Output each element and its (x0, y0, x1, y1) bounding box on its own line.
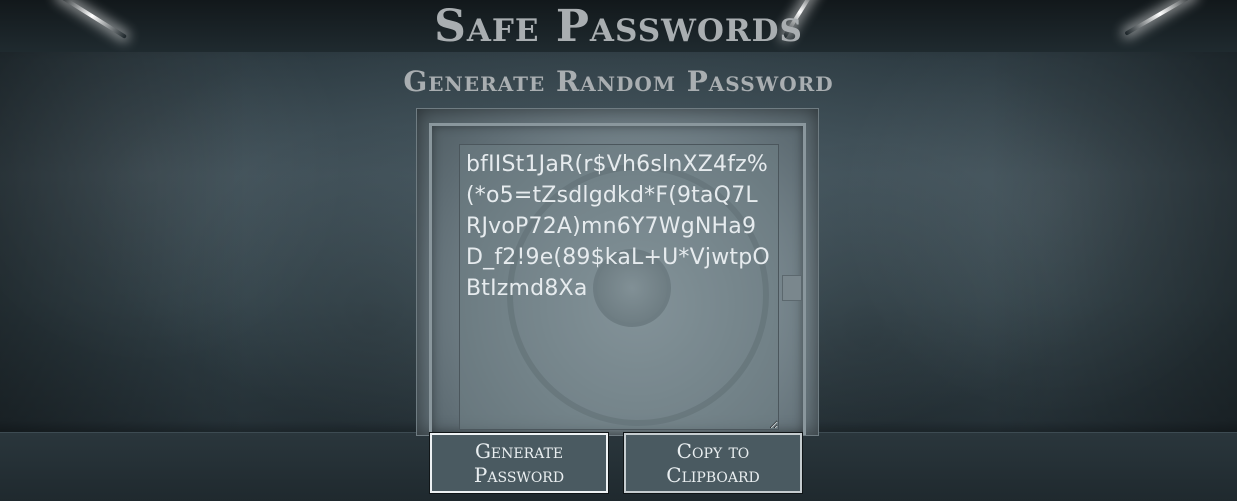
background-scene: Safe Passwords Generate Random Password … (0, 0, 1237, 501)
generate-password-button[interactable]: Generate Password (429, 432, 609, 494)
page-subtitle: Generate Random Password (403, 65, 834, 98)
page-title: Safe Passwords (434, 1, 803, 52)
vault-latch (782, 275, 802, 301)
floor (0, 432, 1237, 501)
copy-to-clipboard-button[interactable]: Copy to Clipboard (623, 432, 803, 494)
password-output[interactable]: bfIISt1JaR(r$Vh6slnXZ4fz%(*o5=tZsdlgdkd*… (459, 144, 779, 430)
